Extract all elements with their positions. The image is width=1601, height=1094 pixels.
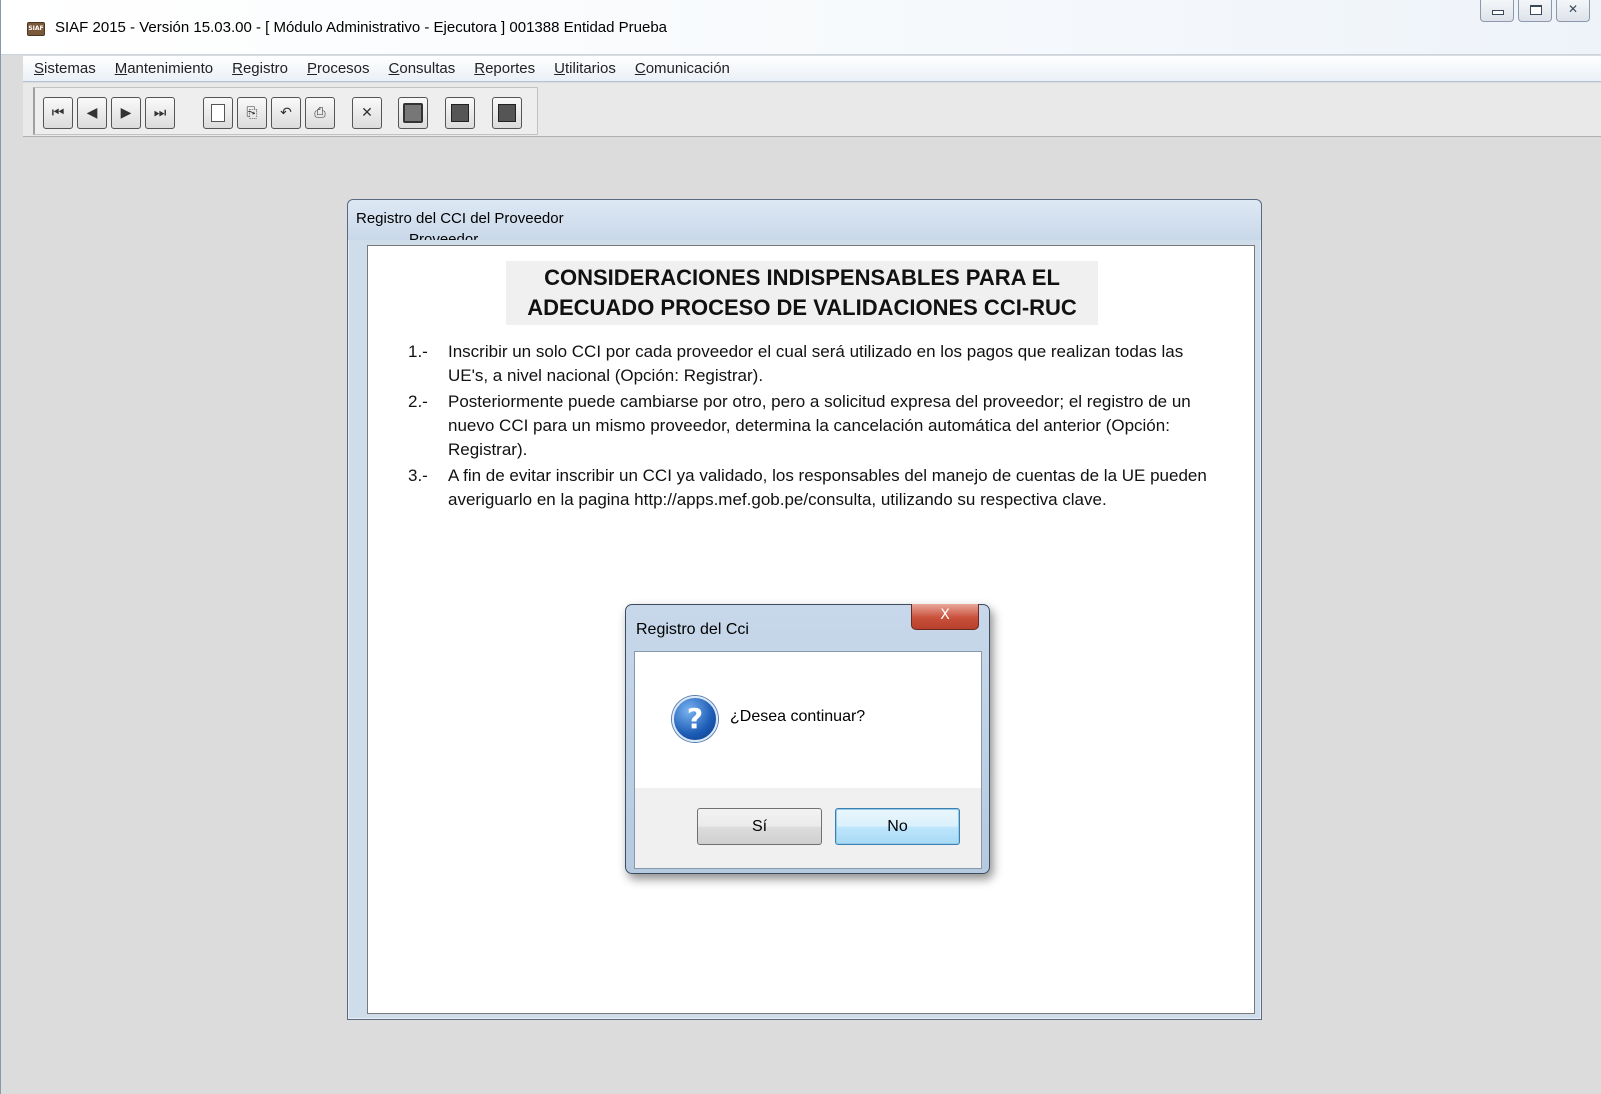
menu-utilitarios[interactable]: Utilitarios [554,60,616,77]
close-icon: X [940,607,950,623]
toolbar-group: ⏮ ◀ ▶ ⏭ ⎘ ↶ ⎙ ✕ [33,87,538,135]
first-record-button[interactable]: ⏮ [43,97,73,129]
undo-button[interactable]: ↶ [271,97,301,129]
cci-window-title-bar[interactable]: Registro del CCI del Proveedor [348,200,1261,240]
new-document-icon [211,104,225,122]
window-title: SIAF 2015 - Versión 15.03.00 - [ Módulo … [55,19,668,36]
question-icon: ? [672,696,718,742]
maximize-icon [1530,5,1542,15]
previous-record-icon: ◀ [86,105,98,121]
item-text: Posteriormente puede cambiarse por otro,… [448,392,1191,459]
close-window-button[interactable]: ✕ [1556,0,1590,22]
menu-sistemas[interactable]: Sistemas [34,60,96,77]
dialog-button-bar: Sí No [635,788,981,868]
heading-line-1: CONSIDERACIONES INDISPENSABLES PARA EL [544,265,1060,290]
minimize-button[interactable] [1480,0,1514,22]
stop-icon [451,104,469,122]
menu-registro[interactable]: Registro [232,60,288,77]
title-bar[interactable]: SIAF SIAF 2015 - Versión 15.03.00 - [ Mó… [1,0,1601,55]
close-icon: ✕ [1567,2,1579,16]
previous-record-button[interactable]: ◀ [77,97,107,129]
stop-button[interactable] [445,97,475,129]
print-button[interactable]: ⎙ [305,97,335,129]
menu-procesos[interactable]: Procesos [307,60,370,77]
item-number: 1.- [408,342,428,361]
next-record-button[interactable]: ▶ [111,97,141,129]
dialog-title: Registro del Cci [636,621,749,638]
maximize-button[interactable] [1518,0,1552,22]
exit-button[interactable] [492,97,522,129]
main-window: SIAF SIAF 2015 - Versión 15.03.00 - [ Mó… [0,0,1601,1094]
confirm-dialog: Registro del Cci X ? ¿Desea continuar? S… [625,604,990,874]
considerations-heading: CONSIDERACIONES INDISPENSABLES PARA EL A… [506,261,1098,325]
siaf-app-icon[interactable]: SIAF [27,22,45,36]
dialog-body: ? ¿Desea continuar? Sí No [634,651,982,869]
delete-icon: ✕ [361,105,373,121]
last-record-button[interactable]: ⏭ [145,97,175,129]
undo-icon: ↶ [280,105,292,121]
print-icon: ⎙ [314,105,326,121]
dialog-message: ¿Desea continuar? [730,708,866,725]
copy-button[interactable]: ⎘ [237,97,267,129]
menu-bar: Sistemas Mantenimiento Registro Procesos… [23,56,1601,82]
no-button[interactable]: No [835,808,960,845]
copy-icon: ⎘ [246,105,258,121]
menu-consultas[interactable]: Consultas [389,60,456,77]
considerations-list: 1.- Inscribir un solo CCI por cada prove… [396,340,1226,514]
next-record-icon: ▶ [120,105,132,121]
first-record-icon: ⏮ [51,105,65,121]
menu-mantenimiento[interactable]: Mantenimiento [115,60,213,77]
save-button[interactable] [398,97,428,129]
yes-button[interactable]: Sí [697,808,822,845]
consideration-item: 1.- Inscribir un solo CCI por cada prove… [396,340,1226,388]
item-text: Inscribir un solo CCI por cada proveedor… [448,342,1184,385]
menu-comunicacion[interactable]: Comunicación [635,60,730,77]
item-text: A fin de evitar inscribir un CCI ya vali… [448,466,1207,509]
minimize-icon [1492,10,1504,15]
consideration-item: 3.- A fin de evitar inscribir un CCI ya … [396,464,1226,512]
menu-reportes[interactable]: Reportes [474,60,535,77]
window-controls: ✕ [1476,0,1590,22]
hidden-proveedor-label: Proveedor [409,232,478,240]
delete-button[interactable]: ✕ [352,97,382,129]
last-record-icon: ⏭ [153,105,167,121]
item-number: 3.- [408,466,428,485]
heading-line-2: ADECUADO PROCESO DE VALIDACIONES CCI-RUC [527,295,1077,320]
toolbar: ⏮ ◀ ▶ ⏭ ⎘ ↶ ⎙ ✕ [23,83,1601,137]
save-icon [403,103,423,123]
cci-window-title: Registro del CCI del Proveedor [356,210,564,227]
new-button[interactable] [203,97,233,129]
exit-icon [498,104,516,122]
dialog-close-button[interactable]: X [911,604,979,630]
item-number: 2.- [408,392,428,411]
consideration-item: 2.- Posteriormente puede cambiarse por o… [396,390,1226,462]
